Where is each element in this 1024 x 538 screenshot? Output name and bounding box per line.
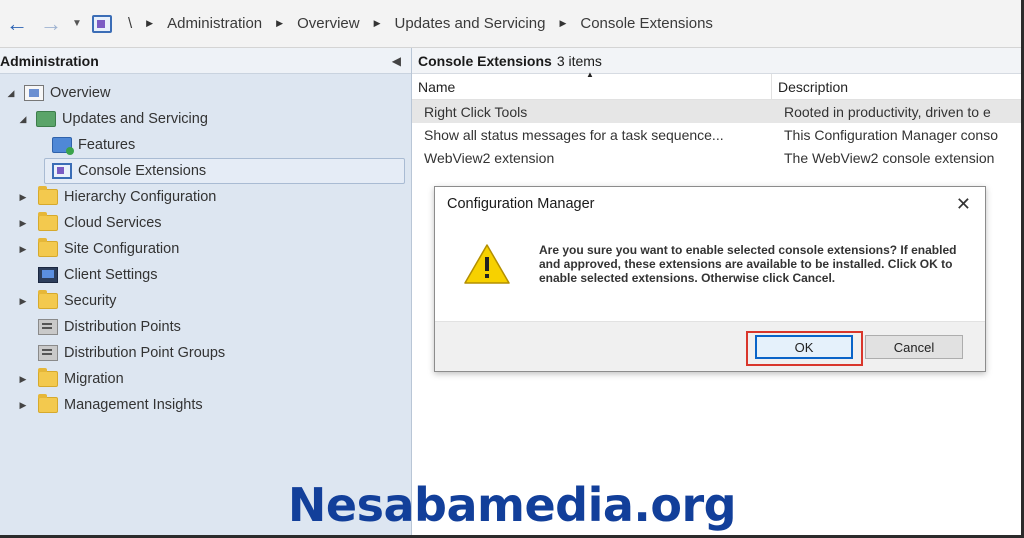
tree-item-distribution-point-groups[interactable]: Distribution Point Groups	[0, 340, 411, 366]
tree-item-label: Overview	[50, 85, 111, 101]
breadcrumb: \ ▶ Administration ▶ Overview ▶ Updates …	[122, 15, 713, 32]
tree-item-site-configuration[interactable]: ▶ Site Configuration	[0, 236, 411, 262]
console-icon	[92, 14, 112, 33]
console-extension-icon	[52, 163, 72, 179]
breadcrumb-item-updates[interactable]: Updates and Servicing	[395, 15, 546, 32]
app-window: ← → ▼ \ ▶ Administration ▶ Overview ▶ Up…	[0, 0, 1024, 538]
cancel-button[interactable]: Cancel	[865, 335, 963, 359]
tree-item-migration[interactable]: ▶ Migration	[0, 366, 411, 392]
breadcrumb-item-administration[interactable]: Administration	[167, 15, 262, 32]
overview-icon	[24, 85, 44, 101]
breadcrumb-separator-icon[interactable]: ▶	[276, 18, 283, 29]
folder-icon	[38, 394, 58, 413]
tree-item-hierarchy-configuration[interactable]: ▶ Hierarchy Configuration	[0, 184, 411, 210]
tree-item-features[interactable]: Features	[0, 132, 411, 158]
tree-item-client-settings[interactable]: Client Settings	[0, 262, 411, 288]
updates-icon	[36, 111, 56, 127]
breadcrumb-root[interactable]: \	[128, 15, 132, 32]
column-header-row: Name Description	[412, 74, 1021, 100]
tree-item-label: Migration	[64, 371, 124, 387]
dialog-body: Are you sure you want to enable selected…	[435, 221, 985, 321]
tree-item-security[interactable]: ▶ Security	[0, 288, 411, 314]
expanded-triangle-icon[interactable]: ◢	[16, 114, 30, 125]
distribution-point-group-icon	[38, 345, 58, 361]
distribution-point-icon	[38, 319, 58, 335]
features-icon	[52, 137, 74, 155]
cell-name: Show all status messages for a task sequ…	[424, 126, 724, 143]
cell-name: Right Click Tools	[424, 103, 528, 120]
dialog-title-bar: Configuration Manager ✕	[435, 187, 985, 221]
cell-description: The WebView2 console extension	[784, 149, 995, 166]
folder-icon	[38, 238, 58, 257]
close-icon[interactable]: ✕	[956, 194, 971, 215]
breadcrumb-separator-icon[interactable]: ▶	[559, 18, 566, 29]
cell-description: Rooted in productivity, driven to e	[784, 103, 991, 120]
tree-item-console-extensions[interactable]: Console Extensions	[0, 158, 411, 184]
tree-item-label: Cloud Services	[64, 215, 162, 231]
confirmation-dialog: Configuration Manager ✕ Are you sure you…	[434, 186, 986, 372]
tree-item-label: Client Settings	[64, 267, 158, 283]
folder-icon	[38, 186, 58, 205]
folder-icon	[38, 368, 58, 387]
breadcrumb-separator-icon[interactable]: ▶	[374, 18, 381, 29]
column-header-description[interactable]: Description	[772, 74, 848, 99]
collapsed-triangle-icon[interactable]: ▶	[16, 374, 30, 385]
sort-ascending-icon: ▲	[586, 70, 594, 79]
collapsed-triangle-icon[interactable]: ▶	[16, 218, 30, 229]
dialog-message: Are you sure you want to enable selected…	[539, 243, 957, 285]
breadcrumb-item-console-extensions[interactable]: Console Extensions	[580, 15, 713, 32]
expanded-triangle-icon[interactable]: ◢	[4, 88, 18, 99]
collapsed-triangle-icon[interactable]: ▶	[16, 296, 30, 307]
tree-item-distribution-points[interactable]: Distribution Points	[0, 314, 411, 340]
folder-icon	[38, 212, 58, 231]
collapse-pane-icon[interactable]: ◀	[392, 54, 401, 68]
table-row[interactable]: WebView2 extension The WebView2 console …	[412, 146, 1021, 169]
tree-item-management-insights[interactable]: ▶ Management Insights	[0, 392, 411, 418]
breadcrumb-separator-icon[interactable]: ▶	[146, 18, 153, 29]
ok-button-highlight	[746, 331, 863, 366]
tree-item-cloud-services[interactable]: ▶ Cloud Services	[0, 210, 411, 236]
navigation-pane: Administration ◀ ◢ Overview ◢ Updates an…	[0, 48, 412, 535]
table-row[interactable]: Show all status messages for a task sequ…	[412, 123, 1021, 146]
tree-item-label: Features	[78, 137, 136, 153]
navigation-tree: ◢ Overview ◢ Updates and Servicing Featu…	[0, 74, 411, 418]
cell-description: This Configuration Manager conso	[784, 126, 999, 143]
breadcrumb-item-overview[interactable]: Overview	[297, 15, 360, 32]
collapsed-triangle-icon[interactable]: ▶	[16, 400, 30, 411]
forward-arrow-icon[interactable]: →	[34, 7, 68, 41]
tree-item-label: Site Configuration	[64, 241, 180, 257]
back-arrow-icon[interactable]: ←	[0, 7, 34, 41]
client-settings-icon	[38, 267, 58, 283]
tree-item-updates-and-servicing[interactable]: ◢ Updates and Servicing	[0, 106, 411, 132]
tree-item-label: Hierarchy Configuration	[64, 189, 217, 205]
address-bar: ← → ▼ \ ▶ Administration ▶ Overview ▶ Up…	[0, 0, 1021, 48]
tree-item-label: Security	[64, 293, 117, 309]
collapsed-triangle-icon[interactable]: ▶	[16, 192, 30, 203]
dialog-title: Configuration Manager	[447, 196, 595, 212]
history-dropdown-icon[interactable]: ▼	[68, 18, 86, 29]
warning-icon	[463, 243, 511, 285]
folder-icon	[38, 290, 58, 309]
tree-item-label: Distribution Point Groups	[64, 345, 226, 361]
tree-item-label: Distribution Points	[64, 319, 181, 335]
watermark-text: Nesabamedia.org	[287, 478, 737, 532]
content-pane-title: Console Extensions	[418, 52, 552, 69]
tree-item-overview[interactable]: ◢ Overview	[0, 80, 411, 106]
navigation-pane-header: Administration ◀	[0, 48, 411, 74]
dialog-button-bar: OK Cancel	[435, 321, 985, 371]
item-count: 3 items	[556, 52, 602, 69]
table-row[interactable]: Right Click Tools Rooted in productivity…	[412, 100, 1021, 123]
tree-item-label: Console Extensions	[78, 163, 207, 179]
content-pane-header: Console Extensions 3 items ▲	[412, 48, 1021, 79]
tree-item-label: Management Insights	[64, 397, 203, 413]
navigation-pane-title: Administration	[0, 52, 99, 69]
tree-item-label: Updates and Servicing	[62, 111, 208, 127]
collapsed-triangle-icon[interactable]: ▶	[16, 244, 30, 255]
cell-name: WebView2 extension	[424, 149, 555, 166]
